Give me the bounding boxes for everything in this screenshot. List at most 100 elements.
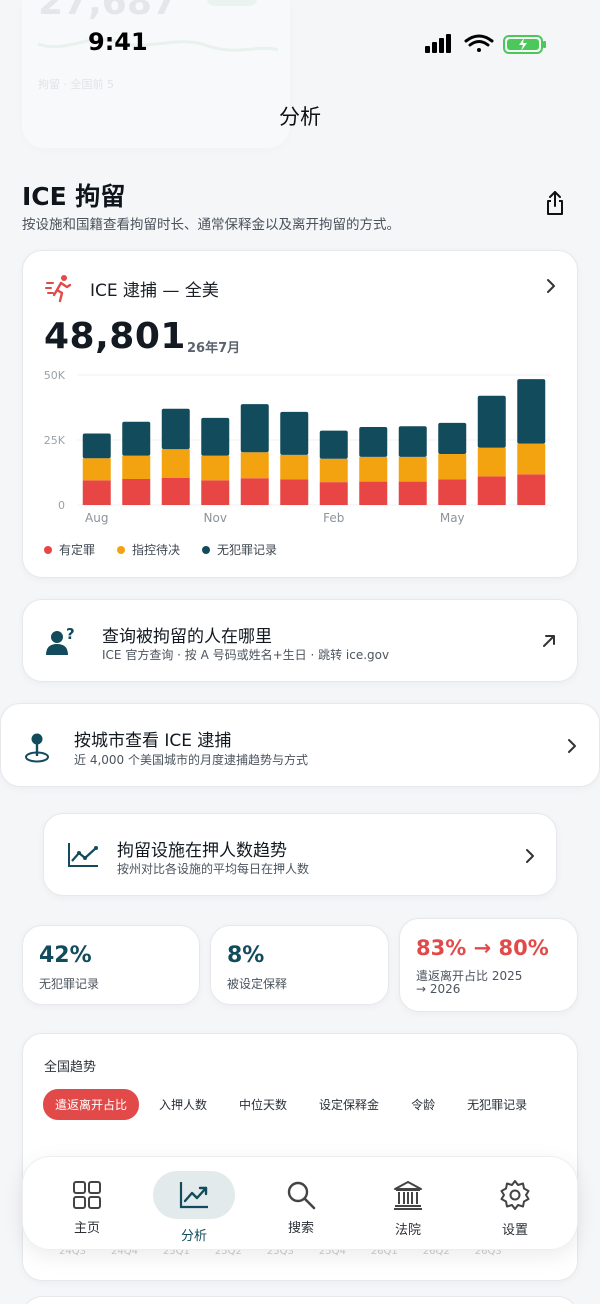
bar-segment <box>477 476 506 505</box>
chip-age[interactable]: 令龄 <box>399 1089 447 1120</box>
bar-segment <box>517 474 546 505</box>
chart-legend: 有定罪 指控待决 无犯罪记录 <box>44 541 277 558</box>
bar-segment <box>280 454 309 480</box>
tab-settings[interactable]: 设置 <box>465 1157 565 1251</box>
bar-segment <box>82 480 111 505</box>
bar-segment <box>240 452 269 479</box>
share-button[interactable] <box>538 186 572 220</box>
bar-segment <box>398 456 427 482</box>
line-chart-icon <box>66 840 100 870</box>
trend-heading: 全国趋势 <box>44 1060 97 1075</box>
status-icons <box>420 32 550 58</box>
bar-segment <box>82 433 111 459</box>
bar-segment <box>517 443 546 475</box>
arrest-chart-card[interactable]: ICE 逮捕 — 全美 48,801 26年7月 0 25K 50K Aug Nov Fe… <box>22 250 578 578</box>
facility-population-card[interactable]: 拘留设施在押人数趋势 按州对比各设施的平均每日在押人数 <box>43 813 557 896</box>
stat-value: 42% <box>39 943 92 968</box>
bar-segment <box>398 426 427 457</box>
ghost-sparkline <box>38 37 278 52</box>
chip-bond-amount[interactable]: 设定保释金 <box>307 1089 391 1120</box>
legend-item-no-record: 无犯罪记录 <box>202 541 277 558</box>
battery-icon <box>503 35 546 54</box>
gear-icon <box>500 1180 530 1210</box>
bar-segment <box>201 417 230 456</box>
bar-segment <box>161 408 190 450</box>
search-icon <box>287 1181 316 1210</box>
bar-segment <box>122 421 151 456</box>
bar-segment <box>319 482 348 505</box>
share-icon <box>547 191 563 215</box>
stat-value: 8% <box>227 943 265 968</box>
legend-item-pending: 指控待决 <box>117 541 180 558</box>
bar-segment <box>477 395 506 448</box>
tab-search[interactable]: 搜索 <box>251 1157 351 1251</box>
legend-item-convicted: 有定罪 <box>44 541 95 558</box>
city-card-title: 按城市查看 ICE 逮捕 <box>74 731 232 751</box>
page-subtitle: 按设施和国籍查看拘留时长、通常保释金以及离开拘留的方式。 <box>22 217 400 233</box>
facility-card-title: 拘留设施在押人数趋势 <box>117 841 287 861</box>
svg-text:?: ? <box>66 625 75 643</box>
running-person-icon <box>45 273 75 303</box>
stat-label: 无犯罪记录 <box>39 977 100 991</box>
stat-tile-removal-share[interactable]: 83% → 80% 遣返离开占比 2025 → 2026 <box>399 918 578 1012</box>
stat-tile-bond-set[interactable]: 8% 被设定保释 <box>210 925 389 1005</box>
lookup-card-subtitle: ICE 官方查询 · 按 A 号码或姓名+生日 · 跳转 ice.gov <box>102 648 390 662</box>
stat-label: 被设定保释 <box>227 977 288 991</box>
city-card-subtitle: 近 4,000 个美国城市的月度逮捕趋势与方式 <box>74 753 308 767</box>
y-tick-label: 0 <box>58 499 65 512</box>
bar-segment <box>161 477 190 505</box>
chip-removal-share[interactable]: 遣返离开占比 <box>43 1089 140 1120</box>
nav-title: 分析 <box>279 105 321 129</box>
stat-label-line2: → 2026 <box>416 982 461 996</box>
tab-home[interactable]: 主页 <box>37 1157 137 1251</box>
page-title: ICE 拘留 <box>22 182 126 211</box>
person-question-icon: ? <box>45 625 79 659</box>
bar-segment <box>201 480 230 505</box>
stat-value: 83% → 80% <box>416 936 549 960</box>
bar-segment <box>161 449 190 478</box>
stat-tile-no-record[interactable]: 42% 无犯罪记录 <box>22 925 200 1005</box>
tab-bar: 主页 分析 搜索 法院 设置 <box>22 1156 578 1250</box>
bar-segment <box>359 456 388 482</box>
bar-segment <box>477 447 506 477</box>
grid-icon <box>73 1181 101 1209</box>
legend-label: 有定罪 <box>59 543 96 557</box>
chip-book-ins[interactable]: 入押人数 <box>147 1089 219 1120</box>
chevron-right-icon <box>522 845 538 867</box>
tab-label: 搜索 <box>287 1221 314 1236</box>
tab-label: 主页 <box>73 1221 100 1236</box>
legend-label: 指控待决 <box>132 543 181 557</box>
lookup-card-title: 查询被拘留的人在哪里 <box>102 627 272 647</box>
city-arrests-card[interactable]: 按城市查看 ICE 逮捕 近 4,000 个美国城市的月度逮捕趋势与方式 <box>0 703 600 787</box>
x-tick-label: Aug <box>85 511 108 525</box>
bar-segment <box>359 481 388 505</box>
next-card-edge <box>22 1296 578 1304</box>
tab-label: 法院 <box>394 1223 421 1238</box>
trend-chart-icon <box>179 1182 208 1209</box>
chip-no-record[interactable]: 无犯罪记录 <box>455 1089 539 1120</box>
tab-analysis[interactable]: 分析 <box>144 1157 244 1251</box>
trend-metric-chips: 遣返离开占比 入押人数 中位天数 设定保释金 令龄 无犯罪记录 <box>43 1089 547 1120</box>
bar-segment <box>122 455 151 479</box>
bar-segment <box>240 404 269 453</box>
y-tick-label: 25K <box>44 434 66 447</box>
arrest-card-title: ICE 逮捕 — 全美 <box>90 281 219 301</box>
y-tick-label: 50K <box>44 369 66 382</box>
bar-segment <box>319 458 348 483</box>
bar-segment <box>319 430 348 459</box>
bar-segment <box>398 481 427 505</box>
courthouse-icon <box>394 1181 422 1210</box>
x-tick-label: May <box>440 511 465 525</box>
chip-median-days[interactable]: 中位天数 <box>227 1089 299 1120</box>
bar-segment <box>240 478 269 505</box>
x-tick-label: Feb <box>323 511 344 525</box>
bar-segment <box>280 411 309 455</box>
tab-label: 分析 <box>180 1229 207 1244</box>
chevron-right-icon <box>543 275 559 297</box>
facility-card-subtitle: 按州对比各设施的平均每日在押人数 <box>117 862 310 876</box>
arrest-total-value: 48,801 <box>44 316 186 357</box>
tab-courts[interactable]: 法院 <box>358 1157 458 1251</box>
detainee-lookup-card[interactable]: ? 查询被拘留的人在哪里 ICE 官方查询 · 按 A 号码或姓名+生日 · 跳… <box>22 599 578 682</box>
bar-segment <box>280 479 309 505</box>
tab-label: 设置 <box>501 1223 528 1238</box>
